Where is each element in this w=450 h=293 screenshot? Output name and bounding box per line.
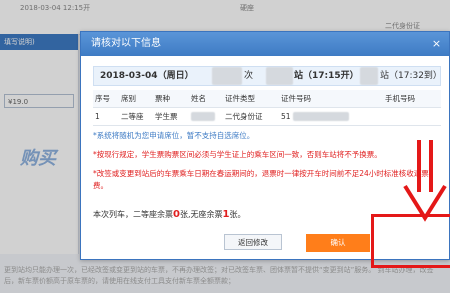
passenger-table: 序号 席别 票种 姓名 证件类型 证件号码 手机号码 1 二等座 学生票 名 二… xyxy=(93,90,441,126)
remain-prefix: 本次列车，二等座余票 xyxy=(93,210,173,219)
train-date: 2018-03-04（周日） xyxy=(100,71,194,81)
col-index: 序号 xyxy=(93,90,119,108)
train-number-redacted: G0000 xyxy=(212,67,242,85)
close-icon[interactable]: × xyxy=(430,37,443,50)
remain-suffix: 张。 xyxy=(229,210,246,219)
cell-id-type: 二代身份证 xyxy=(223,107,279,126)
col-seat: 席别 xyxy=(119,90,153,108)
table-header-row: 序号 席别 票种 姓名 证件类型 证件号码 手机号码 xyxy=(93,90,441,108)
table-row: 1 二等座 学生票 名 二代身份证 51 x xyxy=(93,107,441,126)
refund-notice: *改签或变更到站后的车票乘车日期在春运期间的，退票时一律按开车时间前不足24小时… xyxy=(93,169,429,190)
cell-id-number: 51 x xyxy=(279,107,383,126)
second-class-count: 0 xyxy=(173,209,180,220)
confirm-dialog: 请核对以下信息 × 2018-03-04（周日） G0000 次 成都东 站（1… xyxy=(80,31,450,268)
cell-name-redacted: 名 xyxy=(189,107,223,126)
depart-station-redacted: 成都东 xyxy=(266,67,294,85)
seat-notice: *系统将随机为您申请席位，暂不支持自选席位。 xyxy=(93,131,255,140)
depart-time: 站（17:15开） xyxy=(294,71,359,81)
arrive-time: 站（17:32到） xyxy=(380,71,442,81)
cell-phone xyxy=(383,107,441,126)
annotation-highlight-box xyxy=(371,214,450,268)
col-id-type: 证件类型 xyxy=(223,90,279,108)
col-id-number: 证件号码 xyxy=(279,90,383,108)
cell-index: 1 xyxy=(93,107,119,126)
col-phone: 手机号码 xyxy=(383,90,441,108)
remain-mid: 张,无座余票 xyxy=(179,210,223,219)
cell-ticket-type: 学生票 xyxy=(153,107,189,126)
dialog-header: 请核对以下信息 × xyxy=(81,32,449,56)
student-ticket-notice: *按现行规定，学生票购票区间必须与学生证上的乘车区间一致，否则车站将不予换票。 xyxy=(93,150,382,159)
remaining-tickets: 本次列车，二等座余票0张,无座余票1张。 xyxy=(93,209,245,220)
arrive-station-redacted: 资阳 xyxy=(360,67,379,85)
confirm-button[interactable]: 确认 xyxy=(306,234,370,252)
back-edit-button[interactable]: 返回修改 xyxy=(224,234,282,250)
col-name: 姓名 xyxy=(189,90,223,108)
train-info-bar: 2018-03-04（周日） G0000 次 成都东 站（17:15开） 资阳 … xyxy=(93,66,442,86)
col-ticket-type: 票种 xyxy=(153,90,189,108)
dialog-title: 请核对以下信息 xyxy=(91,38,161,49)
cell-seat: 二等座 xyxy=(119,107,153,126)
train-number-suffix: 次 xyxy=(244,71,254,81)
